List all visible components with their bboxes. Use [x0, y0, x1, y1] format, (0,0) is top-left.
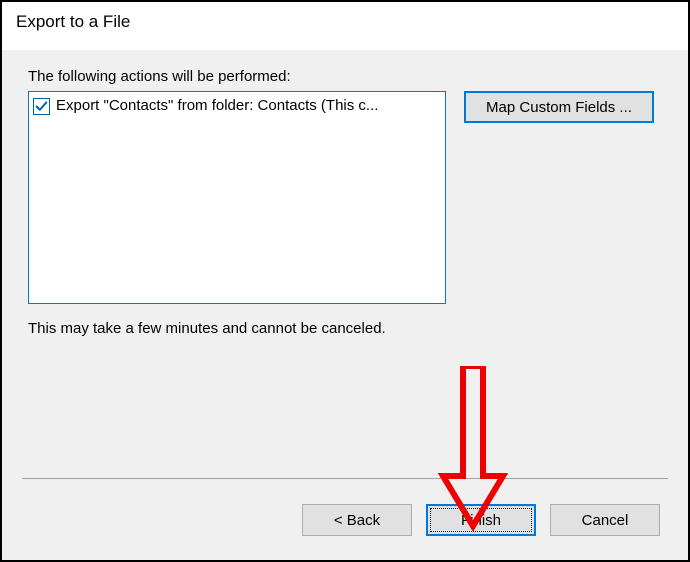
checkbox-icon[interactable]	[33, 98, 50, 115]
list-item[interactable]: Export "Contacts" from folder: Contacts …	[33, 95, 441, 117]
dialog-content: The following actions will be performed:…	[2, 50, 688, 560]
back-button[interactable]: < Back	[302, 504, 412, 536]
actions-row: Export "Contacts" from folder: Contacts …	[28, 91, 668, 304]
dialog-title-bar: Export to a File	[2, 2, 688, 50]
cancel-button[interactable]: Cancel	[550, 504, 660, 536]
list-item-label: Export "Contacts" from folder: Contacts …	[56, 95, 378, 117]
note-text: This may take a few minutes and cannot b…	[28, 320, 668, 337]
map-custom-fields-button[interactable]: Map Custom Fields ...	[464, 91, 654, 123]
finish-button[interactable]: Finish	[426, 504, 536, 536]
actions-heading: The following actions will be performed:	[28, 68, 668, 85]
dialog-title: Export to a File	[16, 12, 130, 31]
actions-listbox[interactable]: Export "Contacts" from folder: Contacts …	[28, 91, 446, 304]
wizard-button-row: < Back Finish Cancel	[302, 504, 660, 536]
separator	[22, 478, 668, 479]
export-wizard-dialog: Export to a File The following actions w…	[0, 0, 690, 562]
